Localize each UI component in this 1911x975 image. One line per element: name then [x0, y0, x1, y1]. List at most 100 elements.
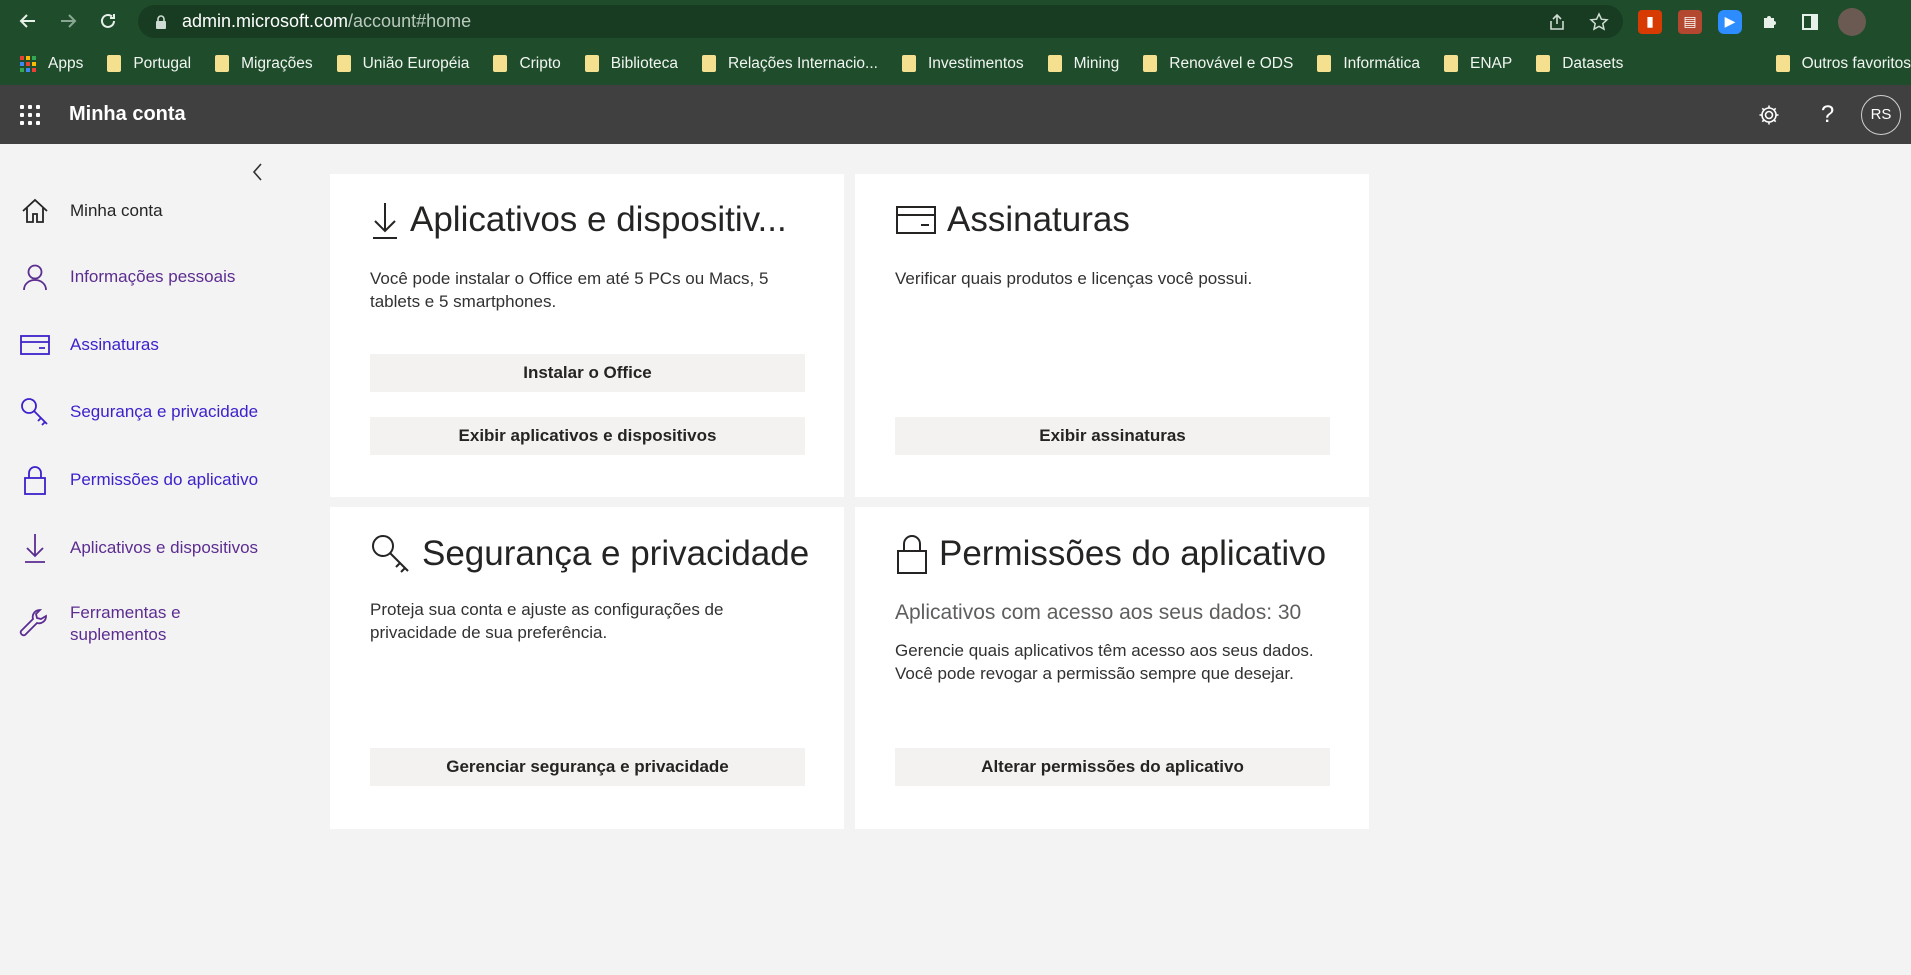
home-icon	[0, 197, 70, 225]
bookmark-folder[interactable]: ENAP	[1443, 54, 1513, 73]
reload-button[interactable]	[88, 0, 128, 42]
view-apps-devices-button[interactable]: Exibir aplicativos e dispositivos	[370, 417, 805, 455]
suite-actions: ? RS	[1739, 85, 1911, 144]
share-icon[interactable]	[1547, 12, 1567, 32]
extensions-area: ▮ ▤ ▶	[1638, 5, 1866, 38]
arrow-left-icon	[19, 14, 35, 28]
bookmark-folder[interactable]: Renovável e ODS	[1143, 55, 1293, 73]
arrow-right-icon	[61, 14, 77, 28]
card-title: Aplicativos e dispositiv...	[410, 200, 787, 239]
sidebar-item-label: Aplicativos e dispositivos	[70, 538, 259, 557]
app-title[interactable]: Minha conta	[69, 103, 186, 126]
change-permissions-button[interactable]: Alterar permissões do aplicativo	[895, 748, 1330, 786]
forward-button[interactable]	[48, 0, 88, 42]
folder-icon	[1536, 55, 1551, 72]
sidebar-item-informacoes-pessoais[interactable]: Informações pessoais	[0, 256, 290, 298]
card-app-permissions: Permissões do aplicativo Aplicativos com…	[855, 507, 1369, 829]
bookmark-folder[interactable]: Portugal	[107, 55, 191, 73]
person-icon	[0, 262, 70, 292]
sidebar-item-label: Assinaturas	[70, 335, 159, 354]
card-header: Segurança e privacidade	[370, 533, 809, 575]
collapse-chevron-icon[interactable]	[248, 160, 268, 184]
printer-extension-icon[interactable]: ▤	[1678, 9, 1702, 34]
bookmark-folder[interactable]: Informática	[1317, 55, 1420, 73]
side-panel-icon[interactable]	[1798, 10, 1822, 34]
apps-grid-icon	[20, 55, 36, 72]
card-header: Assinaturas	[895, 200, 1130, 240]
sidebar-item-assinaturas[interactable]: Assinaturas	[0, 324, 290, 366]
card-title: Permissões do aplicativo	[939, 534, 1327, 573]
sidebar-item-minha-conta[interactable]: Minha conta	[0, 190, 290, 232]
puzzle-icon[interactable]	[1758, 10, 1782, 34]
bookmark-folder[interactable]: União Européia	[336, 55, 469, 73]
card-description: Você pode instalar o Office em até 5 PCs…	[370, 269, 769, 311]
key-icon	[0, 396, 70, 428]
wrench-icon	[0, 608, 70, 640]
bookmark-folder[interactable]: Mining	[1047, 55, 1119, 73]
bookmark-folder[interactable]: Cripto	[493, 54, 561, 73]
question-mark-icon: ?	[1820, 100, 1835, 128]
card-header: Aplicativos e dispositiv...	[370, 200, 787, 240]
address-bar[interactable]: admin.microsoft.com/account#home	[138, 5, 1623, 38]
card-title: Segurança e privacidade	[422, 534, 810, 573]
office-extension-icon[interactable]: ▮	[1638, 9, 1662, 34]
back-button[interactable]	[8, 0, 48, 42]
omnibox-actions	[1547, 5, 1609, 38]
bookmark-label: Biblioteca	[610, 54, 679, 72]
folder-icon	[336, 55, 351, 72]
bookmark-label: Cripto	[519, 54, 561, 72]
reload-icon	[101, 13, 115, 28]
url-text: admin.microsoft.com/account#home	[182, 11, 471, 32]
key-icon	[372, 535, 409, 573]
url-path: /account#home	[348, 11, 472, 31]
card-security-privacy: Segurança e privacidade Proteja sua cont…	[330, 507, 844, 829]
folder-icon	[702, 55, 717, 72]
profile-avatar-icon[interactable]	[1838, 7, 1866, 36]
bookmark-label: ENAP	[1469, 54, 1513, 72]
sidebar-item-ferramentas[interactable]: Ferramentas e suplementos	[0, 594, 290, 654]
bookmarks-bar: Apps Portugal Migrações União Européia C…	[0, 42, 1911, 85]
zoom-extension-icon[interactable]: ▶	[1718, 9, 1742, 34]
download-icon	[0, 532, 70, 564]
sidebar-item-label: Ferramentas e suplementos	[70, 603, 181, 644]
folder-icon	[901, 55, 916, 72]
other-bookmarks[interactable]: Outros favoritos	[1762, 42, 1911, 85]
permissions-count: Aplicativos com acesso aos seus dados: 3…	[895, 601, 1302, 624]
card-title: Assinaturas	[947, 200, 1130, 239]
user-avatar[interactable]: RS	[1861, 94, 1901, 135]
folder-icon	[1443, 55, 1458, 72]
lock-icon	[897, 535, 927, 574]
folder-icon	[584, 55, 599, 72]
help-button[interactable]: ?	[1798, 85, 1857, 144]
view-subscriptions-button[interactable]: Exibir assinaturas	[895, 417, 1330, 455]
folder-icon	[1143, 55, 1158, 72]
manage-security-button[interactable]: Gerenciar segurança e privacidade	[370, 748, 805, 786]
gear-icon	[1759, 105, 1778, 124]
sidebar-item-permissoes[interactable]: Permissões do aplicativo	[0, 458, 290, 502]
lock-icon	[0, 464, 70, 496]
bookmark-folder[interactable]: Datasets	[1536, 55, 1623, 73]
app-launcher-button[interactable]	[0, 85, 59, 144]
card-description: Gerencie quais aplicativos têm acesso ao…	[895, 641, 1314, 683]
sidebar-item-label: Permissões do aplicativo	[70, 470, 259, 489]
settings-button[interactable]	[1739, 85, 1798, 144]
bookmark-folder[interactable]: Biblioteca	[584, 54, 679, 73]
bookmark-label: Migrações	[241, 54, 313, 72]
card-description: Proteja sua conta e ajuste as configuraç…	[370, 600, 724, 642]
download-icon	[373, 203, 397, 239]
folder-icon	[107, 55, 122, 72]
sidebar-item-aplicativos[interactable]: Aplicativos e dispositivos	[0, 526, 290, 570]
sidebar-item-seguranca[interactable]: Segurança e privacidade	[0, 390, 290, 434]
bookmark-label: Renovável e ODS	[1169, 54, 1294, 72]
sidebar-item-label: Informações pessoais	[70, 267, 236, 286]
card-header: Permissões do aplicativo	[895, 533, 1326, 575]
bookmark-apps[interactable]: Apps	[20, 55, 83, 73]
install-office-button[interactable]: Instalar o Office	[370, 354, 805, 392]
bookmark-folder[interactable]: Investimentos	[901, 55, 1024, 73]
folder-icon	[1317, 55, 1332, 72]
star-icon[interactable]	[1589, 11, 1609, 32]
bookmark-folder[interactable]: Relações Internacio...	[702, 55, 878, 73]
other-bookmarks-label: Outros favoritos	[1801, 54, 1911, 72]
folder-icon	[1047, 55, 1062, 72]
bookmark-folder[interactable]: Migrações	[215, 55, 313, 73]
